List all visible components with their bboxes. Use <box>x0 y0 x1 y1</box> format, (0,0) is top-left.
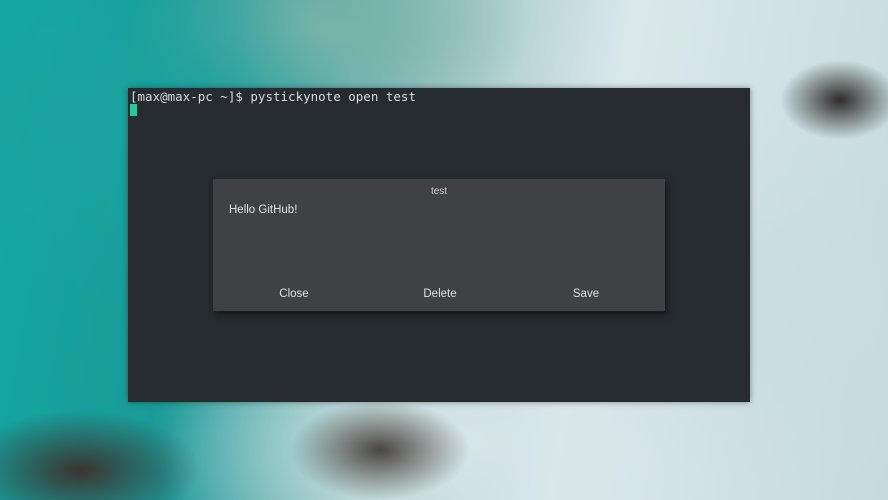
note-text-area[interactable]: Hello GitHub! <box>229 204 297 216</box>
terminal-cursor <box>130 104 137 116</box>
delete-button[interactable]: Delete <box>380 288 500 300</box>
sticky-note-window: test Hello GitHub! Close Delete Save <box>213 179 665 311</box>
close-button[interactable]: Close <box>234 288 354 300</box>
note-title: test <box>430 186 448 197</box>
terminal-command-line: [max@max-pc ~]$ pystickynote open test <box>130 89 416 104</box>
save-button[interactable]: Save <box>526 288 646 300</box>
